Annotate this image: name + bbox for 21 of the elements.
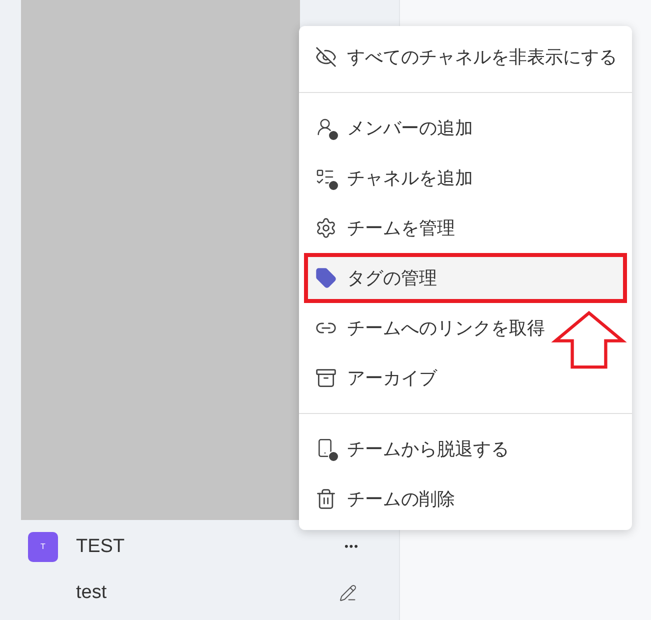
- compose-icon[interactable]: [339, 584, 357, 602]
- channel-name[interactable]: test: [76, 578, 339, 608]
- team-avatar: T: [28, 532, 58, 562]
- menu-item[interactable]: アーカイブ: [304, 353, 627, 403]
- menu-item[interactable]: チャネルを追加: [304, 153, 627, 203]
- team-name[interactable]: TEST: [76, 532, 344, 562]
- more-button[interactable]: •••: [344, 538, 359, 556]
- menu-item[interactable]: チームの削除: [304, 474, 627, 524]
- menu-item[interactable]: メンバーの追加: [304, 103, 627, 153]
- menu-item[interactable]: タグの管理: [304, 253, 627, 303]
- menu-item[interactable]: チームへのリンクを取得: [304, 303, 627, 353]
- menu-item[interactable]: すべてのチャネルを非表示にする: [304, 32, 627, 82]
- tag-icon: [315, 267, 337, 289]
- menu-item[interactable]: チームから脱退する: [304, 424, 627, 474]
- menu-item[interactable]: チームを管理: [304, 203, 627, 253]
- settings-icon: [315, 217, 337, 239]
- trash-icon: [315, 488, 337, 510]
- add-list-icon: [315, 167, 337, 189]
- hidden-icon: [315, 46, 337, 68]
- add-person-icon: [315, 117, 337, 139]
- archive-icon: [315, 367, 337, 389]
